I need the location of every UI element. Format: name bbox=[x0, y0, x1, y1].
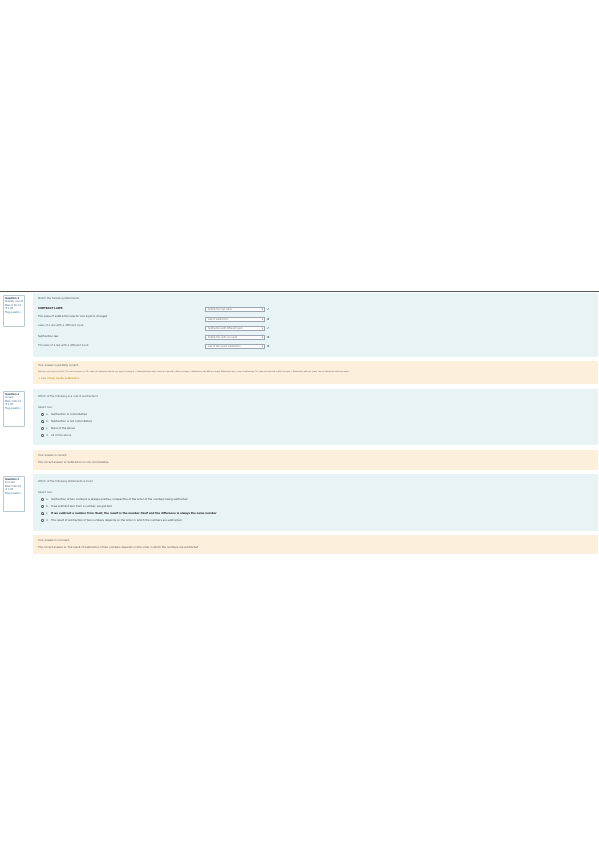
question-info-2: Question 2 Correct Mark 1.00 out of 1.00… bbox=[3, 391, 25, 427]
feedback-text: The correct answer is: Subtraction is no… bbox=[38, 461, 109, 464]
question-prompt: Which of the following is a rule of subt… bbox=[38, 395, 99, 398]
answer-text-c: If we subtract a number from itself, the… bbox=[51, 512, 217, 515]
answer-letter-b: b. bbox=[46, 420, 49, 423]
match-heading: SUBTRACT LAWS bbox=[38, 307, 63, 310]
answer-letter-c: c. bbox=[46, 512, 49, 515]
answer-radio-d[interactable] bbox=[41, 519, 44, 522]
match-stem-3: Subtraction law bbox=[38, 335, 59, 338]
match-select-3[interactable]: Subtraction with different input ▾ bbox=[205, 326, 265, 331]
feedback-title: Your answer is correct. bbox=[38, 454, 68, 457]
answer-letter-b: b. bbox=[46, 505, 49, 508]
answer-text-b: Subtraction is not commutative bbox=[51, 420, 92, 423]
correct-icon: ✔ bbox=[267, 326, 270, 330]
question-formulation-1: Match the following statements. SUBTRACT… bbox=[33, 293, 598, 357]
select-one-label: Select one: bbox=[38, 491, 53, 494]
answer-letter-c: c. bbox=[46, 427, 49, 430]
question-grade: Mark 0.00 out of 1.00 bbox=[5, 484, 21, 492]
feedback-text: The correct answer is: The result of sub… bbox=[38, 546, 199, 549]
question-grade: Mark 0.50 out of 1.00 bbox=[5, 303, 21, 311]
match-stem-4: The laws of a law with a different input bbox=[38, 344, 89, 347]
flag-question-link[interactable]: Flag question bbox=[5, 492, 23, 495]
flag-question-link[interactable]: Flag question bbox=[5, 407, 23, 410]
answer-radio-c[interactable] bbox=[41, 427, 44, 430]
answer-letter-a: a. bbox=[46, 498, 49, 501]
answer-text-a: Subtraction is commutative bbox=[51, 413, 87, 416]
feedback-text: You have correctly selected 2. The corre… bbox=[38, 371, 349, 373]
answer-radio-d[interactable] bbox=[41, 434, 44, 437]
question-feedback-3: Your answer is incorrect. The correct an… bbox=[33, 535, 598, 554]
feedback-title: Your answer is incorrect. bbox=[38, 539, 70, 542]
incorrect-icon: ✘ bbox=[267, 344, 270, 348]
answer-letter-a: a. bbox=[46, 413, 49, 416]
match-select-4[interactable]: Subtraction with one input ▾ bbox=[205, 335, 265, 340]
match-select-1[interactable]: Subtraction law value ▾ bbox=[205, 307, 265, 312]
question-grade: Mark 1.00 out of 1.00 bbox=[5, 399, 21, 407]
answer-letter-d: d. bbox=[46, 434, 49, 437]
answer-text-d: The result of subtraction of two numbers… bbox=[51, 519, 182, 522]
answer-radio-c[interactable] bbox=[41, 512, 44, 515]
page-divider bbox=[0, 291, 599, 292]
question-prompt: Which of the following statements is tru… bbox=[38, 480, 93, 483]
answer-radio-b[interactable] bbox=[41, 420, 44, 423]
answer-text-c: None of the above bbox=[51, 427, 75, 430]
question-info-1: Question 1 Partially correct Mark 0.50 o… bbox=[3, 295, 25, 327]
match-stem-2: Laws of a law with a different input bbox=[38, 324, 84, 327]
answer-radio-b[interactable] bbox=[41, 505, 44, 508]
incorrect-icon: ✘ bbox=[267, 317, 270, 321]
question-info-3: Question 3 Incorrect Mark 0.00 out of 1.… bbox=[3, 476, 25, 512]
answer-text-b: If we subtract zero from a number, we ge… bbox=[51, 505, 113, 508]
question-prompt: Match the following statements. bbox=[38, 297, 80, 300]
answer-text-d: All of the above bbox=[51, 434, 72, 437]
match-select-5[interactable]: Law of two inputs subtraction ▾ bbox=[205, 344, 265, 349]
match-stem-1: The value of subtraction law for one inp… bbox=[38, 315, 108, 318]
question-feedback-1: Your answer is partially correct. You ha… bbox=[33, 361, 598, 384]
feedback-tail: → Law of two inputs subtraction bbox=[38, 377, 80, 380]
match-select-2[interactable]: Law of subtraction ▾ bbox=[205, 317, 265, 322]
incorrect-icon: ✘ bbox=[267, 335, 270, 339]
question-formulation-3: Which of the following statements is tru… bbox=[33, 474, 598, 531]
question-formulation-2: Which of the following is a rule of subt… bbox=[33, 389, 598, 445]
answer-letter-d: d. bbox=[46, 519, 49, 522]
correct-icon: ✔ bbox=[267, 307, 270, 311]
feedback-title: Your answer is partially correct. bbox=[38, 364, 79, 367]
select-one-label: Select one: bbox=[38, 406, 53, 409]
answer-radio-a[interactable] bbox=[41, 413, 44, 416]
question-feedback-2: Your answer is correct. The correct answ… bbox=[33, 450, 598, 470]
answer-radio-a[interactable] bbox=[41, 498, 44, 501]
flag-question-link[interactable]: Flag question bbox=[5, 311, 23, 314]
answer-text-a: Subtraction of two numbers is always pos… bbox=[51, 498, 188, 501]
